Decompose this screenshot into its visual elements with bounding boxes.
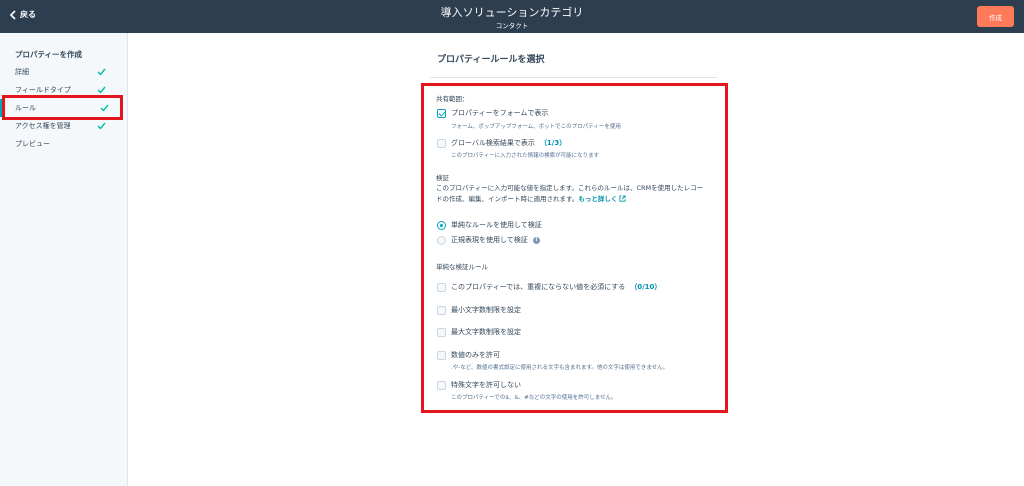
- sidebar-heading: プロパティーを作成: [15, 50, 83, 59]
- check-icon: [97, 86, 106, 94]
- highlight-box-sidebar: [2, 95, 123, 120]
- check-icon: [97, 122, 106, 130]
- divider: [430, 77, 717, 78]
- top-bar: 戻る 導入ソリューションカテゴリ コンタクト 作成: [0, 0, 1024, 33]
- section-title: プロパティールールを選択: [437, 55, 545, 65]
- page-title: 導入ソリューションカテゴリ: [440, 6, 584, 19]
- sidebar-item-details[interactable]: 詳細: [0, 63, 127, 81]
- check-icon: [97, 68, 106, 76]
- sidebar-item-label: アクセス権を管理: [15, 122, 71, 130]
- sidebar-item-preview[interactable]: プレビュー: [0, 135, 127, 153]
- sidebar-item-label: プレビュー: [15, 140, 50, 148]
- sidebar-item-label: フィールドタイプ: [15, 86, 71, 94]
- sidebar-item-label: 詳細: [15, 68, 29, 76]
- page-subtitle: コンタクト: [495, 22, 529, 30]
- create-button[interactable]: 作成: [977, 6, 1014, 27]
- highlight-box-main: [421, 83, 728, 413]
